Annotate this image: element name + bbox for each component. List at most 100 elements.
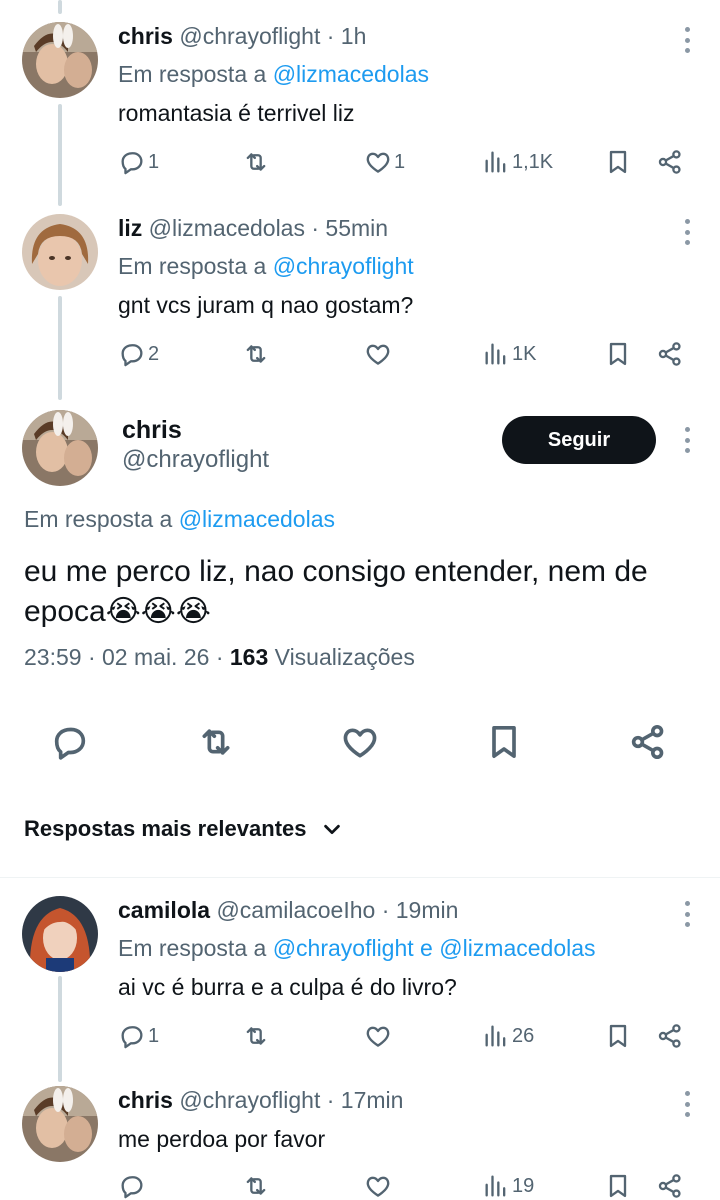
like-button[interactable]: 1 — [364, 146, 405, 178]
display-name[interactable]: chris — [122, 416, 182, 445]
like-icon — [364, 340, 392, 368]
chevron-down-icon — [323, 824, 340, 835]
bookmark-icon — [604, 148, 632, 176]
user-handle[interactable]: @chrayoflight — [179, 23, 320, 49]
like-button[interactable] — [364, 1170, 394, 1200]
separator-dot: · — [381, 897, 390, 923]
action-bar: 1 1 1,1K — [118, 146, 698, 178]
bookmark-icon — [604, 340, 632, 368]
separator-dot: · — [215, 644, 224, 670]
reply-context: Em resposta a @chrayoflight — [118, 252, 414, 280]
more-icon[interactable] — [684, 1091, 690, 1117]
more-icon[interactable] — [684, 901, 690, 927]
share-button[interactable] — [628, 722, 672, 766]
reply-count: 2 — [148, 342, 160, 365]
reply-button[interactable]: 1 — [118, 1020, 159, 1052]
more-icon[interactable] — [684, 427, 690, 453]
views-button[interactable]: 19 — [482, 1170, 534, 1200]
retweet-icon — [242, 340, 270, 368]
tweet-header: camilola @camilacoeIho · 19min — [118, 896, 458, 924]
like-icon — [364, 1172, 392, 1200]
bookmark-button[interactable] — [604, 338, 632, 370]
bookmark-button[interactable] — [604, 1020, 632, 1052]
reply-icon — [118, 148, 146, 176]
tweet-text: romantasia é terrivel liz — [118, 100, 355, 126]
user-handle[interactable]: @lizmacedolas — [149, 215, 305, 241]
post-date[interactable]: 02 mai. 26 — [102, 644, 209, 670]
timestamp[interactable]: 19min — [396, 897, 459, 923]
retweet-button[interactable] — [242, 338, 272, 370]
tweet-text: ai vc é burra e a culpa é do livro? — [118, 974, 457, 1000]
mention-link[interactable]: @chrayoflight — [273, 253, 414, 279]
like-icon — [364, 148, 392, 176]
retweet-button[interactable] — [242, 1170, 272, 1200]
avatar[interactable] — [22, 22, 98, 98]
like-icon — [364, 1022, 392, 1050]
like-button[interactable] — [364, 338, 394, 370]
follow-button[interactable]: Seguir — [502, 416, 656, 464]
reply-count: 1 — [148, 150, 160, 173]
action-bar: 2 1K — [118, 338, 698, 370]
user-handle[interactable]: @chrayoflight — [122, 446, 269, 474]
reply-tweet[interactable]: camilola @camilacoeIho · 19min Em respos… — [0, 878, 720, 1068]
reply-tweet[interactable]: chris @chrayoflight · 17min me perdoa po… — [0, 1068, 720, 1200]
avatar[interactable] — [22, 1086, 98, 1162]
like-button[interactable] — [340, 722, 384, 766]
user-handle[interactable]: @camilacoeIho — [216, 897, 375, 923]
reply-context: Em resposta a @lizmacedolas — [118, 60, 429, 88]
replies-sort-dropdown[interactable]: Respostas mais relevantes — [24, 816, 343, 842]
views-button[interactable]: 1,1K — [482, 146, 553, 178]
retweet-button[interactable] — [196, 722, 240, 766]
mention-link[interactable]: @chrayoflight — [273, 935, 414, 961]
retweet-button[interactable] — [242, 1020, 272, 1052]
post-time[interactable]: 23:59 — [24, 644, 82, 670]
share-button[interactable] — [656, 338, 684, 370]
reply-button[interactable] — [118, 1170, 148, 1200]
retweet-icon — [242, 1022, 270, 1050]
views-button[interactable]: 26 — [482, 1020, 534, 1052]
bookmark-button[interactable] — [484, 722, 528, 766]
views-count: 163 — [229, 644, 269, 670]
bookmark-icon — [604, 1172, 632, 1200]
views-button[interactable]: 1K — [482, 338, 536, 370]
like-button[interactable] — [364, 1020, 394, 1052]
tweet-text: me perdoa por favor — [118, 1126, 326, 1152]
timestamp[interactable]: 55min — [325, 215, 388, 241]
bookmark-button[interactable] — [604, 146, 632, 178]
user-handle[interactable]: @chrayoflight — [179, 1087, 320, 1113]
avatar[interactable] — [22, 410, 98, 486]
more-icon[interactable] — [684, 27, 690, 53]
separator-dot: · — [326, 23, 335, 49]
reply-button[interactable]: 2 — [118, 338, 159, 370]
mention-link[interactable]: @lizmacedolas — [273, 61, 429, 87]
reply-prefix: Em resposta a — [118, 253, 267, 279]
bookmark-button[interactable] — [604, 1170, 632, 1200]
action-bar: 1 26 — [118, 1020, 698, 1052]
more-icon[interactable] — [684, 219, 690, 245]
share-button[interactable] — [656, 146, 684, 178]
mention-link[interactable]: @lizmacedolas — [179, 506, 335, 532]
display-name[interactable]: liz — [118, 215, 142, 241]
display-name[interactable]: chris — [118, 1087, 173, 1113]
avatar[interactable] — [22, 896, 98, 972]
share-icon — [656, 340, 684, 368]
share-icon — [656, 1172, 684, 1200]
timestamp[interactable]: 17min — [341, 1087, 404, 1113]
mention-link[interactable]: @lizmacedolas — [439, 935, 595, 961]
reply-icon — [50, 722, 90, 762]
display-name[interactable]: chris — [118, 23, 173, 49]
display-name[interactable]: camilola — [118, 897, 210, 923]
tweet[interactable]: liz @lizmacedolas · 55min Em resposta a … — [0, 190, 720, 400]
main-action-bar — [0, 722, 720, 766]
reply-button[interactable] — [50, 722, 94, 766]
reply-icon — [118, 1172, 146, 1200]
views-label: Visualizações — [274, 644, 415, 670]
reply-button[interactable]: 1 — [118, 146, 159, 178]
retweet-button[interactable] — [242, 146, 272, 178]
share-button[interactable] — [656, 1020, 684, 1052]
tweet[interactable]: chris @chrayoflight · 1h Em resposta a @… — [0, 0, 720, 190]
timestamp[interactable]: 1h — [341, 23, 367, 49]
share-button[interactable] — [656, 1170, 684, 1200]
views-icon — [482, 1022, 510, 1050]
avatar[interactable] — [22, 214, 98, 290]
